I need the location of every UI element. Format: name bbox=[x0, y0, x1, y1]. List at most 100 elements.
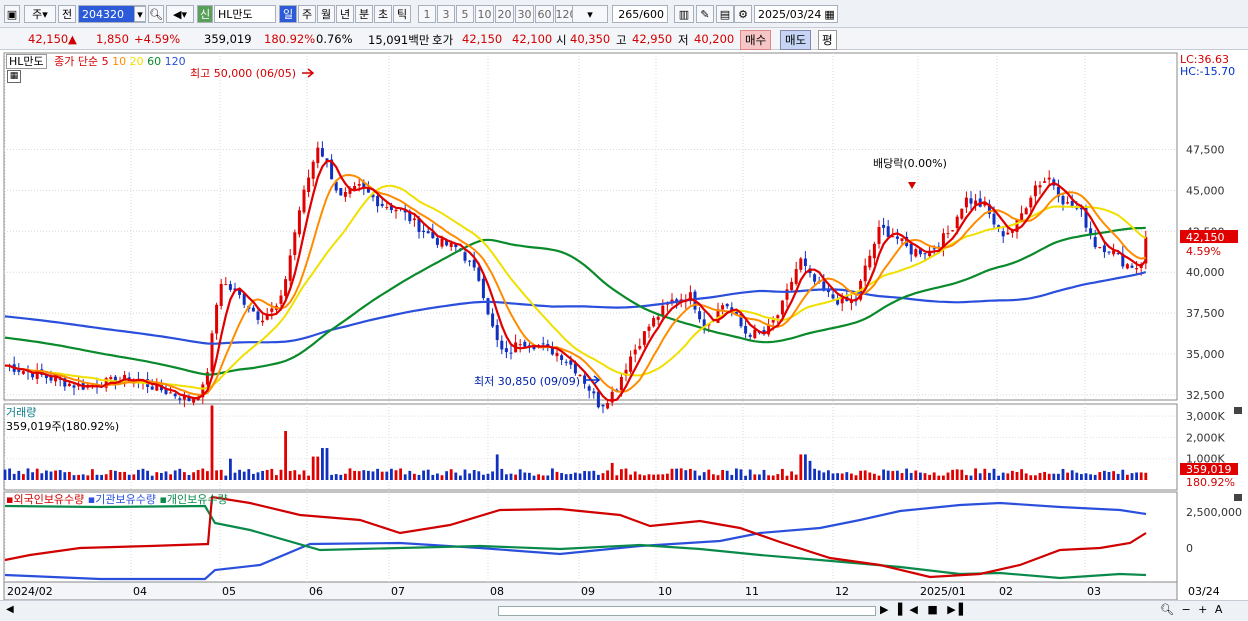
zoom-icons[interactable]: 🔍︎ − + A bbox=[1160, 603, 1224, 616]
candle-body bbox=[992, 213, 996, 225]
candle-body bbox=[504, 348, 508, 353]
save-icon[interactable]: ▤ bbox=[716, 5, 734, 23]
sell-button[interactable]: 매도 bbox=[780, 30, 812, 50]
volume-bar bbox=[390, 468, 393, 480]
volume-bar bbox=[1121, 469, 1125, 480]
price-tick: 47,500 bbox=[1186, 144, 1225, 157]
count-dropdown[interactable]: ▾ bbox=[572, 5, 608, 23]
count-field[interactable]: 265/600 bbox=[612, 5, 668, 23]
volume-bar bbox=[316, 456, 320, 480]
code-dropdown-icon[interactable]: ▾ bbox=[134, 6, 146, 22]
scroll-nav-icons[interactable]: ▶ ▌◀ ■ ▶▌ bbox=[880, 603, 970, 616]
scroll-thumb[interactable] bbox=[498, 606, 876, 616]
candle-body bbox=[1029, 197, 1033, 208]
volume-bar bbox=[68, 471, 71, 480]
last-price-text: 42,150 bbox=[1186, 231, 1225, 244]
volume-bar bbox=[229, 458, 232, 480]
eval-button[interactable]: 평 bbox=[818, 30, 837, 50]
interval-3[interactable]: 3 bbox=[437, 5, 455, 23]
candle-body bbox=[592, 391, 596, 394]
volume-bar bbox=[459, 475, 462, 480]
interval-20[interactable]: 20 bbox=[495, 5, 514, 23]
stock-name-field[interactable]: HL만도 bbox=[214, 5, 276, 23]
volume-bar bbox=[224, 475, 228, 480]
prev-label: 전 bbox=[61, 8, 73, 21]
interval-30[interactable]: 30 bbox=[515, 5, 534, 23]
gear-icon[interactable]: ⚙ bbox=[734, 5, 752, 23]
candle-body bbox=[468, 260, 472, 262]
candle-body bbox=[1038, 185, 1042, 188]
scroll-bar[interactable]: ◀ ▶ ▌◀ ■ ▶▌ 🔍︎ − + A bbox=[0, 600, 1248, 621]
volume-bar bbox=[615, 475, 619, 480]
market-select[interactable]: 주 ▾ bbox=[24, 5, 56, 23]
period-4[interactable]: 분 bbox=[355, 5, 373, 23]
volume-tick: 2,000K bbox=[1186, 431, 1225, 444]
stock-tag: HL만도 bbox=[6, 54, 47, 69]
interval-1[interactable]: 1 bbox=[418, 5, 436, 23]
up-arrow-icon: ▲ bbox=[68, 32, 77, 46]
interval-60[interactable]: 60 bbox=[535, 5, 554, 23]
candle-body bbox=[969, 198, 973, 204]
volume-bar bbox=[146, 470, 149, 480]
period-6[interactable]: 틱 bbox=[393, 5, 411, 23]
candle-body bbox=[886, 226, 890, 237]
new-badge[interactable]: 신 bbox=[197, 5, 213, 23]
volume-bar bbox=[132, 474, 136, 480]
candle-body bbox=[1024, 208, 1028, 215]
candle-body bbox=[279, 295, 283, 304]
period-2[interactable]: 월 bbox=[317, 5, 335, 23]
toolbar: ▣ 주 ▾ 전 204320 ▾ 🔍︎ ◀▾ 신 HL만도 일주월년분초틱1351… bbox=[0, 0, 1248, 28]
candle-body bbox=[923, 253, 927, 255]
candle-body bbox=[753, 329, 757, 339]
stock-chart[interactable]: 47,50045,00042,50040,00037,50035,00032,5… bbox=[0, 50, 1248, 600]
interval-5[interactable]: 5 bbox=[456, 5, 474, 23]
period-0[interactable]: 일 bbox=[279, 5, 297, 23]
volume-bar bbox=[840, 473, 844, 480]
period-1[interactable]: 주 bbox=[298, 5, 316, 23]
draw-tool-icon[interactable]: ✎ bbox=[696, 5, 714, 23]
volume-bar bbox=[827, 470, 830, 480]
calendar-icon[interactable]: ▦ bbox=[824, 8, 834, 21]
interval-10[interactable]: 10 bbox=[475, 5, 494, 23]
volume-bar bbox=[233, 472, 237, 480]
candle-body bbox=[1102, 245, 1106, 253]
chart-type-icon[interactable]: ▥ bbox=[674, 5, 694, 23]
volume-bar bbox=[698, 475, 701, 480]
speaker-icon[interactable]: ◀▾ bbox=[166, 5, 194, 23]
volume-bar bbox=[72, 475, 76, 480]
volume-bar bbox=[794, 474, 798, 480]
volume-bar bbox=[265, 469, 269, 480]
x-tick: 03 bbox=[1087, 585, 1101, 598]
volume-bar bbox=[160, 472, 163, 480]
period-5[interactable]: 초 bbox=[374, 5, 392, 23]
buy-button[interactable]: 매수 bbox=[740, 30, 772, 50]
turnover-pct: 0.76% bbox=[316, 32, 353, 46]
volume-bar bbox=[578, 473, 582, 480]
volume-bar bbox=[8, 468, 11, 480]
menu-icon[interactable]: ▣ bbox=[4, 5, 20, 23]
candle-body bbox=[790, 281, 794, 291]
search-icon[interactable]: 🔍︎ bbox=[148, 5, 164, 23]
candle-body bbox=[357, 184, 361, 186]
volume-bar bbox=[564, 474, 568, 480]
volume-bar bbox=[164, 471, 168, 480]
scroll-left-icon[interactable]: ◀ bbox=[6, 604, 14, 615]
candle-body bbox=[376, 195, 380, 207]
volume-bar bbox=[321, 448, 324, 480]
volume-bar bbox=[656, 474, 660, 480]
volume-bar bbox=[905, 468, 908, 480]
candle-body bbox=[491, 313, 495, 327]
candle-body bbox=[288, 255, 292, 281]
date-field[interactable]: 2025/03/24 ▦ bbox=[754, 5, 838, 23]
volume-bar bbox=[863, 470, 867, 480]
candle-body bbox=[173, 393, 177, 397]
candle-body bbox=[109, 377, 113, 380]
period-3[interactable]: 년 bbox=[336, 5, 354, 23]
volume-bar bbox=[201, 468, 205, 480]
volume-bar bbox=[928, 474, 931, 480]
grid-icon[interactable]: ▦ bbox=[7, 70, 21, 83]
volume-bar bbox=[606, 470, 609, 480]
x-tick: 05 bbox=[222, 585, 236, 598]
volume-bar bbox=[1057, 473, 1060, 480]
prev-button[interactable]: 전 bbox=[58, 5, 76, 23]
